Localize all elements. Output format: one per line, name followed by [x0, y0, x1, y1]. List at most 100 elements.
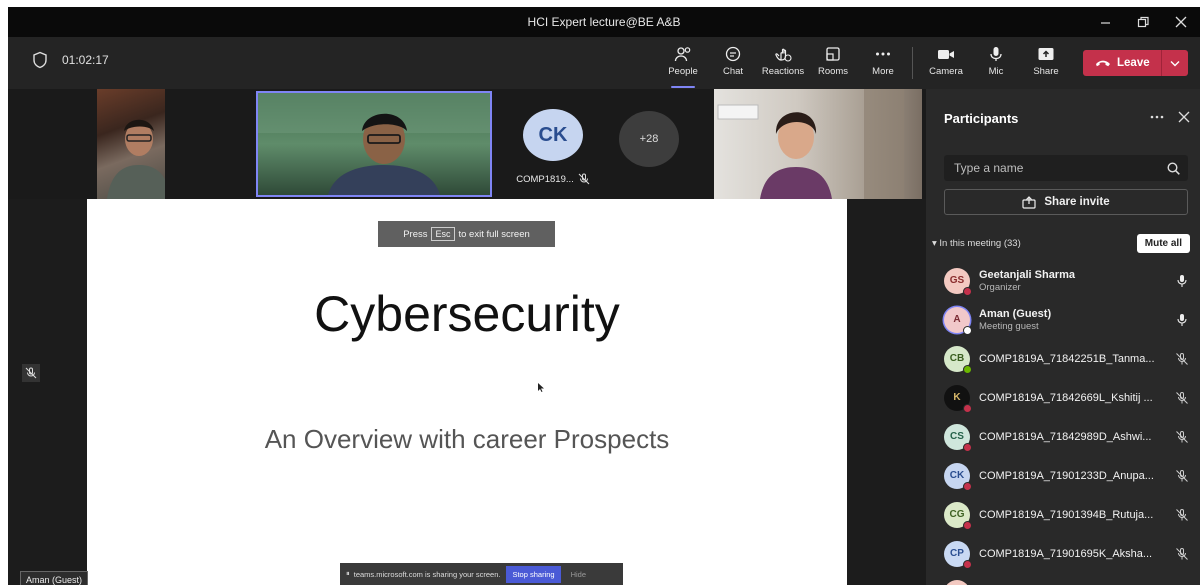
participant-avatar-tile[interactable]: CK COMP1819... — [508, 109, 598, 185]
avatar: CK — [523, 109, 583, 161]
mic-label: Mic — [988, 66, 1004, 77]
reactions-button[interactable]: Reactions — [758, 43, 808, 85]
mic-button[interactable]: Mic — [971, 43, 1021, 85]
more-icon — [876, 52, 890, 56]
presence-status-dot — [963, 520, 972, 530]
participant-name: COMP1819A_71901394B_Rutuja... — [979, 508, 1154, 521]
hide-sharing-bar-button[interactable]: Hide — [571, 570, 586, 579]
screen-sharing-bar: ⏸ teams.microsoft.com is sharing your sc… — [340, 563, 623, 585]
presence-status-dot — [963, 364, 972, 374]
participant-info: COMP1819A_71901394B_Rutuja... — [979, 509, 1172, 521]
chevron-down-icon — [1170, 60, 1180, 66]
share-button[interactable]: Share — [1021, 43, 1071, 85]
participant-mic-status — [1172, 508, 1192, 522]
teams-meeting-window: HCI Expert lecture@BE A&B 01:02:17 Peopl… — [8, 7, 1200, 585]
chat-icon — [725, 46, 741, 62]
participant-name: COMP1819A_71842669L_Kshitij ... — [979, 391, 1153, 404]
participant-name: COMP1819A_71901695K_Aksha... — [979, 547, 1153, 560]
participant-row[interactable]: GS Geetanjali Sharma Organizer — [944, 261, 1192, 300]
participant-row[interactable]: CS COMP1819A_71842989D_Ashwi... — [944, 417, 1192, 456]
share-label: Share — [1033, 66, 1059, 77]
chat-label: Chat — [722, 66, 744, 77]
participant-name: COMP1819A_71842989D_Ashwi... — [979, 430, 1152, 443]
search-icon — [1167, 161, 1180, 175]
shield-icon[interactable] — [32, 51, 48, 69]
presence-status-dot — [963, 481, 972, 491]
participant-row[interactable]: CK COMP1819A_71901233D_Anupa... — [944, 456, 1192, 495]
close-icon — [1175, 16, 1187, 28]
avatar: CK — [944, 462, 972, 491]
mute-all-button[interactable]: Mute all — [1136, 234, 1190, 253]
participant-row[interactable]: CG COMP1819A_71901394B_Rutuja... — [944, 495, 1192, 534]
leave-button[interactable]: Leave — [1083, 57, 1161, 69]
camera-button[interactable]: Camera — [921, 43, 971, 85]
avatar: A — [944, 306, 972, 335]
avatar-initials: CK — [949, 470, 965, 481]
esc-suffix: to exit full screen — [458, 228, 530, 240]
window-controls — [1086, 7, 1200, 37]
in-meeting-toggle[interactable]: ▾ In this meeting (33) — [932, 238, 1021, 249]
reactions-icon — [775, 48, 792, 62]
chat-button[interactable]: Chat — [708, 43, 758, 85]
participant-row[interactable]: CB COMP1819A_71842251B_Tanma... — [944, 339, 1192, 378]
participant-search-input[interactable]: Type a name — [944, 155, 1188, 181]
in-meeting-section-header: ▾ In this meeting (33) Mute all — [932, 234, 1190, 253]
stop-sharing-button[interactable]: Stop sharing — [506, 565, 561, 583]
restore-icon — [1137, 16, 1149, 28]
share-invite-button[interactable]: Share invite — [944, 189, 1188, 215]
more-label: More — [872, 66, 894, 77]
mic-off-icon — [1176, 352, 1188, 365]
participant-name: Geetanjali Sharma — [979, 268, 1075, 281]
avatar-initials: CS — [950, 431, 964, 442]
more-button[interactable]: More — [858, 43, 908, 85]
participant-info: COMP1819A_71842251B_Tanma... — [979, 353, 1172, 365]
hang-up-icon — [1096, 60, 1110, 67]
active-speaker-video-tile[interactable] — [256, 91, 492, 197]
more-options-icon[interactable] — [1150, 110, 1164, 124]
leave-options-button[interactable] — [1162, 60, 1188, 67]
in-meeting-label: In this meeting (33) — [939, 238, 1021, 249]
participant-row[interactable]: CP COMP1819A_71901695K_Aksha... — [944, 534, 1192, 573]
mic-off-icon — [1176, 469, 1188, 482]
participant-mic-status — [1172, 274, 1192, 288]
people-icon — [674, 47, 691, 62]
minimize-button[interactable] — [1086, 7, 1124, 37]
mic-icon — [990, 47, 1002, 61]
avatar-initials: GS — [949, 275, 965, 286]
rooms-button[interactable]: Rooms — [808, 43, 858, 85]
avatar: CB — [944, 345, 972, 374]
camera-icon — [938, 50, 954, 59]
exit-fullscreen-hint: Press Esc to exit full screen — [378, 221, 555, 247]
presence-status-dot — [963, 325, 972, 335]
restore-button[interactable] — [1124, 7, 1162, 37]
share-invite-icon — [1022, 195, 1036, 209]
avatar: GS — [944, 267, 972, 296]
mic-off-icon — [1176, 547, 1188, 560]
share-invite-label: Share invite — [1044, 196, 1110, 208]
participant-video-tile[interactable] — [714, 89, 922, 199]
leave-button-group: Leave — [1083, 50, 1188, 76]
close-icon[interactable] — [1178, 111, 1190, 123]
people-button[interactable]: People — [658, 43, 708, 88]
participant-mic-status — [1172, 352, 1192, 366]
participant-list: GS Geetanjali Sharma Organizer A Aman (Guest… — [944, 261, 1192, 585]
avatar: CS — [944, 579, 970, 585]
participant-mic-status — [1172, 547, 1192, 561]
minimize-icon — [1100, 21, 1110, 24]
avatar-initials: CP — [950, 548, 964, 559]
rooms-label: Rooms — [817, 66, 849, 77]
participant-row[interactable]: CSCOMP1819A_71901781F_Akash ... — [944, 573, 1192, 585]
mic-off-icon — [1176, 391, 1188, 404]
participant-row[interactable]: K COMP1819A_71842669L_Kshitij ... — [944, 378, 1192, 417]
participant-info: COMP1819A_71842669L_Kshitij ... — [979, 392, 1172, 404]
close-window-button[interactable] — [1162, 7, 1200, 37]
overflow-participants-button[interactable]: +28 — [619, 111, 679, 167]
reactions-label: Reactions — [761, 66, 805, 77]
participant-row[interactable]: A Aman (Guest) Meeting guest — [944, 300, 1192, 339]
shared-screen-stage: Press Esc to exit full screen Cybersecur… — [8, 199, 926, 585]
participant-info: COMP1819A_71901695K_Aksha... — [979, 548, 1172, 560]
participant-name: Aman (Guest) — [979, 307, 1052, 320]
participant-mic-status — [1172, 469, 1192, 483]
mic-off-icon — [1176, 430, 1188, 443]
participant-video-tile[interactable] — [97, 89, 165, 199]
